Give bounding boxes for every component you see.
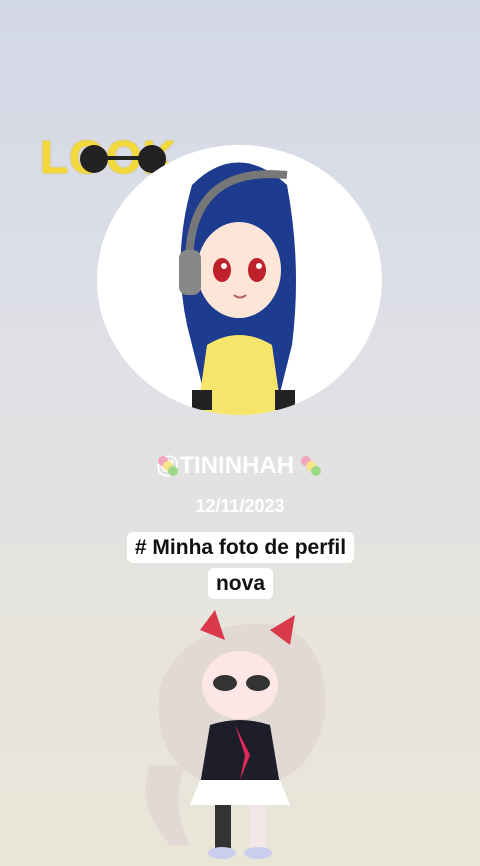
username-row: @TININHAH: [0, 452, 480, 480]
dango-icon: [301, 456, 322, 476]
profile-avatar: [97, 145, 382, 415]
avatar-character-illustration: [179, 162, 296, 415]
caption-box: # Minha foto de perfil nova: [108, 530, 373, 602]
chibi-character-sticker: [145, 610, 326, 859]
post-date: 12/11/2023: [195, 496, 285, 516]
caption-text: # Minha foto de perfil nova: [126, 532, 355, 599]
dango-icon: [158, 456, 178, 476]
